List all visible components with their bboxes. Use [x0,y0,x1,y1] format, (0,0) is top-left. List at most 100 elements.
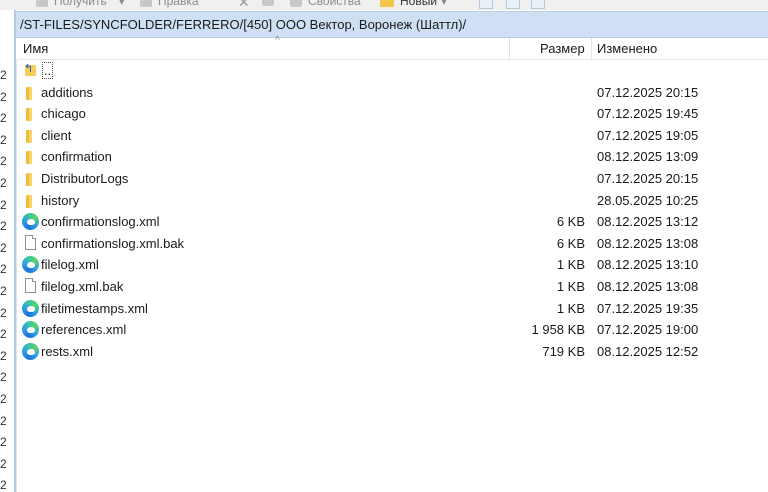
copy-button[interactable] [262,0,280,6]
file-name: chicago [41,106,86,122]
file-modified: 07.12.2025 19:00 [597,322,699,338]
download-icon [36,0,48,7]
file-name: confirmationslog.xml [41,214,160,230]
folder-row[interactable]: client 07.12.2025 19:05 [17,126,768,147]
file-name: confirmation [41,149,112,165]
chevron-down-icon: ▾ [441,0,448,8]
left-panel-cell: 2 [0,435,7,450]
left-panel-cell: 2 [0,154,7,169]
folder-icon [26,86,32,100]
left-panel-cell: 2 [0,89,7,104]
file-row[interactable]: filelog.xml.bak 1 KB 08.12.2025 13:08 [17,277,768,298]
left-panel-cell: 2 [0,392,7,406]
column-modified[interactable]: Изменено [597,41,657,56]
file-row[interactable]: filelog.xml 1 KB 08.12.2025 13:10 [17,255,768,276]
folder-row[interactable]: confirmation 08.12.2025 13:09 [17,147,768,168]
parent-folder-icon [24,62,36,76]
left-panel-cell: 2 [0,413,7,428]
folder-row[interactable]: history 28.05.2025 10:25 [17,191,768,212]
receive-button[interactable]: Получить ▾ [36,0,125,8]
left-panel-cell: 2 [0,456,7,471]
folder-row[interactable]: additions 07.12.2025 20:15 [17,83,768,104]
file-name: confirmationslog.xml.bak [41,235,185,251]
chevron-down-icon: ▾ [118,0,125,8]
file-modified: 08.12.2025 12:52 [597,343,699,359]
delete-icon: ✕ [238,0,250,10]
folder-icon [26,129,32,143]
left-panel-cell: 2 [0,370,7,385]
file-modified: 08.12.2025 13:08 [597,235,699,251]
file-size: 1 958 KB [531,322,586,338]
left-panel-edge: 2 2 2 2 2 2 2 2 2 2 2 2 2 2 2 2 2 2 2 2 [0,10,16,492]
file-modified: 08.12.2025 13:09 [597,149,699,165]
file-name: DistributorLogs [41,171,129,186]
file-size: 719 KB [542,343,585,359]
path-bar[interactable]: /ST-FILES/SYNCFOLDER/FERRERO/[450] ООО В… [16,11,768,38]
column-name[interactable]: Имя [23,41,48,56]
file-name: additions [41,84,94,100]
edge-browser-icon [22,299,39,317]
left-panel-cell: 2 [0,478,7,492]
properties-button[interactable]: Свойства [290,0,361,8]
column-header: Имя ^ Размер Изменено [17,35,768,60]
left-panel-cell: 2 [0,284,7,298]
left-panel-cell: 2 [0,176,7,190]
edge-browser-icon [22,342,39,360]
file-size: 1 KB [556,257,585,273]
left-panel-cell: 2 [0,305,7,320]
new-folder-icon [380,0,394,7]
file-modified: 07.12.2025 20:15 [597,171,699,186]
file-modified: 07.12.2025 19:45 [597,106,699,122]
edit-button[interactable]: Правка [140,0,199,8]
left-panel-cell: 2 [0,132,7,147]
file-row[interactable]: confirmationslog.xml 6 KB 08.12.2025 13:12 [17,212,768,233]
file-modified: 08.12.2025 13:10 [597,257,699,273]
file-size: 1 KB [556,279,585,294]
left-panel-cell: 2 [0,262,7,277]
folder-icon [26,194,32,208]
toolbar: Получить ▾ Правка ✕ Свойства Новый ▾ [0,0,768,10]
view-button[interactable] [479,0,493,9]
edge-browser-icon [22,256,39,274]
file-modified: 08.12.2025 13:08 [597,279,699,294]
filter-button[interactable] [531,0,545,9]
file-row[interactable]: references.xml 1 958 KB 07.12.2025 19:00 [17,320,768,341]
view-button-2[interactable] [506,0,520,9]
edge-browser-icon [22,321,39,339]
new-button[interactable]: Новый ▾ [380,0,447,8]
left-panel-cell: 2 [0,348,7,363]
properties-icon [290,0,302,7]
file-row[interactable]: confirmationslog.xml.bak 6 KB 08.12.2025 1… [17,234,768,255]
column-size[interactable]: Размер [540,41,585,56]
sort-ascending-icon: ^ [275,35,280,46]
left-panel-cell: 2 [0,327,7,342]
edit-icon [140,0,152,7]
file-name: client [41,127,72,143]
folder-row[interactable]: DistributorLogs 07.12.2025 20:15 [17,169,768,190]
file-row[interactable]: rests.xml 719 KB 08.12.2025 12:52 [17,342,768,363]
folder-row[interactable]: .. [17,61,768,82]
file-size: 6 KB [556,214,585,230]
folder-row[interactable]: chicago 07.12.2025 19:45 [17,104,768,125]
file-name: history [41,192,80,208]
receive-label: Получить [54,0,107,8]
file-row[interactable]: filetimestamps.xml 1 KB 07.12.2025 19:35 [17,299,768,320]
folder-icon [26,151,32,165]
edge-browser-icon [22,213,39,231]
file-size: 6 KB [556,235,585,251]
folder-icon [26,173,32,186]
left-panel-cell: 2 [0,197,7,212]
file-name: filelog.xml.bak [41,279,124,294]
copy-icon [262,0,274,6]
folder-icon [26,108,32,122]
file-size: 1 KB [556,300,585,316]
file-name: references.xml [41,322,127,338]
file-name: filelog.xml [41,257,99,273]
column-separator[interactable] [591,38,592,59]
delete-button[interactable]: ✕ [238,0,250,10]
file-modified: 07.12.2025 20:15 [597,84,699,100]
left-panel-cell: 2 [0,240,7,255]
column-separator[interactable] [509,38,510,59]
file-modified: 07.12.2025 19:05 [597,127,699,143]
edit-label: Правка [158,0,199,8]
